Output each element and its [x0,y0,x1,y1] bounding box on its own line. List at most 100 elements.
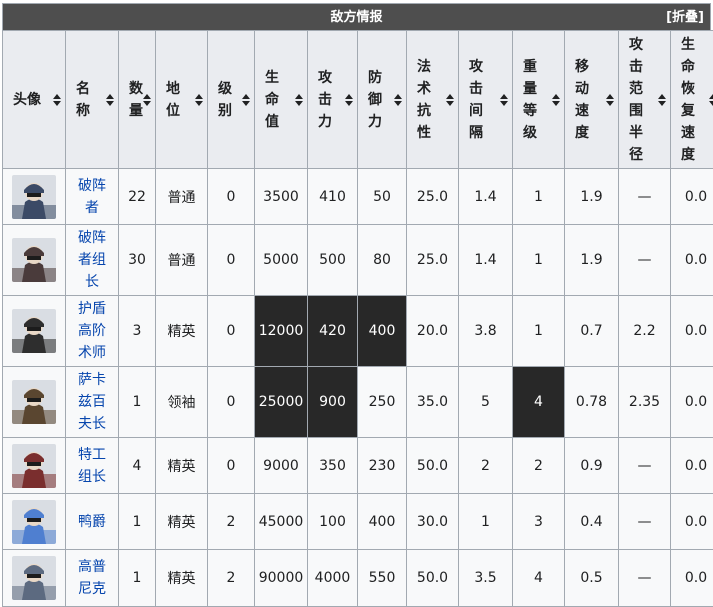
table-row: 特工组长4精英0900035023050.0220.9—0.0 [3,438,713,494]
hp-cell: 45000 [255,494,308,550]
sort-arrows-icon[interactable] [195,92,203,108]
header-status[interactable]: 地位 [156,31,208,169]
name-cell: 护盾高阶术师 [66,296,119,367]
table-row: 高普尼克1精英290000400055050.03.540.5—0.0 [3,550,713,607]
interval-cell: 2 [459,438,513,494]
speed-cell: 0.4 [565,494,619,550]
sort-arrows-icon[interactable] [242,92,250,108]
avatar-cell [3,494,66,550]
header-avatar[interactable]: 头像 [3,31,66,169]
atk-cell: 410 [308,169,358,225]
def-cell: 400 [358,296,407,367]
header-def[interactable]: 防御力 [358,31,407,169]
level-cell: 0 [208,367,255,438]
header-range[interactable]: 攻击范围半径 [619,31,671,169]
sort-arrows-icon[interactable] [658,92,666,108]
def-cell: 250 [358,367,407,438]
avatar-cell [3,296,66,367]
header-name[interactable]: 名称 [66,31,119,169]
weight-cell: 2 [513,438,565,494]
interval-cell: 1.4 [459,169,513,225]
avatar[interactable] [12,238,56,282]
avatar[interactable] [12,500,56,544]
status-cell: 精英 [156,550,208,607]
table-row: 护盾高阶术师3精英01200042040020.03.810.72.20.0 [3,296,713,367]
count-cell: 3 [119,296,156,367]
range-cell: 2.35 [619,367,671,438]
avatar[interactable] [12,556,56,600]
status-cell: 精英 [156,438,208,494]
enemy-name-link[interactable]: 萨卡兹百夫长 [78,369,106,435]
range-cell: — [619,225,671,296]
avatar[interactable] [12,444,56,488]
sort-arrows-icon[interactable] [295,92,303,108]
sort-arrows-icon[interactable] [394,92,402,108]
regen-cell: 0.0 [671,225,713,296]
hp-cell: 3500 [255,169,308,225]
avatar[interactable] [12,380,56,424]
header-label: 名称 [66,78,90,122]
header-speed[interactable]: 移动速度 [565,31,619,169]
res-cell: 25.0 [407,169,459,225]
def-cell: 50 [358,169,407,225]
header-label: 攻击间隔 [459,56,483,144]
header-res[interactable]: 法术抗性 [407,31,459,169]
speed-cell: 1.9 [565,169,619,225]
header-hp[interactable]: 生命值 [255,31,308,169]
weight-cell: 1 [513,225,565,296]
status-cell: 普通 [156,225,208,296]
header-label: 数量 [119,78,143,122]
gopnik-avatar-icon [12,556,56,600]
sort-arrows-icon[interactable] [106,92,114,108]
avatar-cell [3,169,66,225]
sort-arrows-icon[interactable] [709,92,713,108]
sort-arrows-icon[interactable] [53,92,61,108]
interval-cell: 5 [459,367,513,438]
level-cell: 2 [208,550,255,607]
regen-cell: 0.0 [671,296,713,367]
header-count[interactable]: 数量 [119,31,156,169]
collapse-link[interactable]: [折叠] [666,4,704,31]
header-label: 法术抗性 [407,56,431,144]
enemy-name-link[interactable]: 破阵者 [78,175,106,219]
table-row: 鸭爵1精英24500010040030.0130.4—0.0 [3,494,713,550]
range-cell: — [619,169,671,225]
header-label: 重量等级 [513,56,537,144]
sort-arrows-icon[interactable] [500,92,508,108]
header-interval[interactable]: 攻击间隔 [459,31,513,169]
avatar[interactable] [12,175,56,219]
enemy-name-link[interactable]: 高普尼克 [78,556,106,600]
atk-cell: 420 [308,296,358,367]
panel-titlebar: 敌方情报 [折叠] [2,3,711,30]
enemy-name-link[interactable]: 破阵者组长 [78,227,106,293]
header-label: 级别 [208,78,232,122]
atk-cell: 350 [308,438,358,494]
range-cell: — [619,438,671,494]
header-label: 攻击力 [308,67,332,133]
sort-arrows-icon[interactable] [552,92,560,108]
enemy-table: 头像名称数量地位级别生命值攻击力 防御力法术抗性 攻击间隔 重量等级 移动速度攻击范围半… [2,30,713,607]
def-cell: 80 [358,225,407,296]
interval-cell: 3.8 [459,296,513,367]
sort-arrows-icon[interactable] [143,92,151,108]
header-weight[interactable]: 重量等级 [513,31,565,169]
enemy-name-link[interactable]: 鸭爵 [78,511,106,533]
level-cell: 2 [208,494,255,550]
enemy-name-link[interactable]: 特工组长 [78,444,106,488]
header-atk[interactable]: 攻击力 [308,31,358,169]
panel-title: 敌方情报 [330,10,382,25]
avatar-cell [3,367,66,438]
enemy-name-link[interactable]: 护盾高阶术师 [78,298,106,364]
status-cell: 普通 [156,169,208,225]
header-regen[interactable]: 生命恢复速度 [671,31,713,169]
name-cell: 破阵者 [66,169,119,225]
sort-arrows-icon[interactable] [446,92,454,108]
table-row: 破阵者组长30普通050005008025.01.411.9—0.0 [3,225,713,296]
regen-cell: 0.0 [671,169,713,225]
header-label: 地位 [156,78,180,122]
regen-cell: 0.0 [671,550,713,607]
avatar[interactable] [12,309,56,353]
header-level[interactable]: 级别 [208,31,255,169]
sort-arrows-icon[interactable] [606,92,614,108]
sort-arrows-icon[interactable] [345,92,353,108]
